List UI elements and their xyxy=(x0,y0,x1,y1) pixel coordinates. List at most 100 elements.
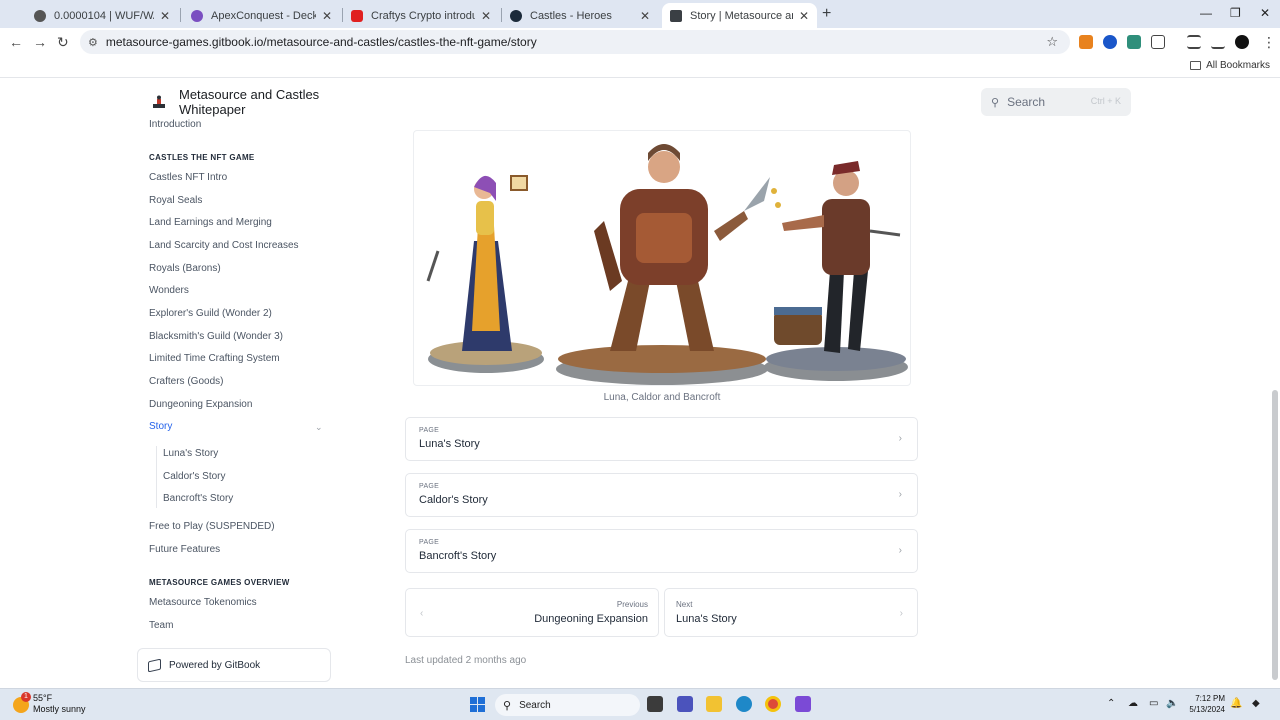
next-page-link[interactable]: Next Luna's Story › xyxy=(664,588,918,637)
volume-icon[interactable]: 🔈 xyxy=(1166,698,1178,709)
network-icon[interactable]: ▭ xyxy=(1149,698,1158,709)
taskbar-search[interactable]: ⚲ Search xyxy=(495,694,640,716)
back-icon[interactable]: ← xyxy=(9,34,23,50)
tab-favicon-icon xyxy=(510,9,522,22)
chevron-right-icon: › xyxy=(898,489,902,500)
story-illustration xyxy=(413,130,911,386)
sidebar-item-story-active[interactable]: Story xyxy=(149,421,172,432)
file-explorer-icon[interactable] xyxy=(706,696,722,712)
weather-badge: 1 xyxy=(21,692,31,702)
sidebar-item[interactable]: Crafters (Goods) xyxy=(149,376,223,387)
sidebar-item[interactable]: Future Features xyxy=(149,544,220,555)
sidebar-item-introduction[interactable]: Introduction xyxy=(149,119,201,130)
page-card-kind: PAGE xyxy=(419,539,440,546)
clock[interactable]: 7:12 PM 5/13/2024 xyxy=(1185,693,1225,715)
page-card-caldors-story[interactable]: PAGE Caldor's Story › xyxy=(405,473,918,517)
site-title[interactable]: Metasource and Castles Whitepaper xyxy=(179,87,339,117)
sidebar-subitem[interactable]: Caldor's Story xyxy=(163,471,226,482)
search-icon: ⚲ xyxy=(503,699,512,712)
edge-icon[interactable] xyxy=(736,696,752,712)
sidebar-item[interactable]: Team xyxy=(149,620,173,631)
previous-page-link[interactable]: ‹ Previous Dungeoning Expansion xyxy=(405,588,659,637)
sidebar-item[interactable]: Dungeoning Expansion xyxy=(149,399,252,410)
chevron-up-icon[interactable]: ⌃ xyxy=(1107,698,1115,709)
sidebar-item[interactable]: Wonders xyxy=(149,285,189,296)
sidebar-item[interactable]: Limited Time Crafting System xyxy=(149,353,280,364)
reload-icon[interactable]: ↻ xyxy=(57,34,69,51)
downloads-icon[interactable] xyxy=(1211,35,1225,49)
metamask-extension-icon[interactable] xyxy=(1079,35,1093,49)
clipchamp-icon[interactable] xyxy=(795,696,811,712)
page-card-kind: PAGE xyxy=(419,483,440,490)
sidebar-item[interactable]: Free to Play (SUSPENDED) xyxy=(149,521,275,532)
chrome-icon[interactable] xyxy=(765,696,781,712)
tab-close-icon[interactable]: ✕ xyxy=(481,9,491,23)
tab-close-icon[interactable]: ✕ xyxy=(799,9,809,23)
image-caption: Luna, Caldor and Bancroft xyxy=(603,392,721,403)
tab-title: Craftys Crypto introduces Castle xyxy=(371,9,475,22)
tab-close-icon[interactable]: ✕ xyxy=(322,9,332,23)
sidebar-subitem[interactable]: Bancroft's Story xyxy=(163,493,233,504)
site-logo-icon[interactable] xyxy=(152,95,166,109)
next-label: Next xyxy=(676,600,693,609)
tab-separator xyxy=(180,8,181,22)
notification-bell-icon[interactable]: 🔔 xyxy=(1230,698,1242,709)
sidebar-item[interactable]: Castles NFT Intro xyxy=(149,172,227,183)
youtube-favicon-icon xyxy=(351,9,363,22)
chevron-down-icon[interactable]: ⌄ xyxy=(315,422,323,433)
url-text: metasource-games.gitbook.io/metasource-a… xyxy=(105,35,537,49)
browser-tab[interactable]: Craftys Crypto introduces Castle ✕ xyxy=(343,3,499,28)
bookmark-star-icon[interactable]: ☆ xyxy=(1046,34,1058,50)
tab-title: Castles - Heroes xyxy=(530,9,612,22)
page-scrollbar[interactable] xyxy=(1272,390,1278,680)
sidebar-item[interactable]: Explorer's Guild (Wonder 2) xyxy=(149,308,272,319)
browser-tab[interactable]: Castles - Heroes ✕ xyxy=(502,3,658,28)
all-bookmarks-button[interactable]: All Bookmarks xyxy=(1190,60,1270,71)
media-control-icon[interactable] xyxy=(1187,35,1201,49)
sidebar-item[interactable]: Land Earnings and Merging xyxy=(149,217,272,228)
new-tab-button[interactable]: + xyxy=(822,5,831,23)
extension-icon[interactable] xyxy=(1103,35,1117,49)
sidebar-item[interactable]: Royals (Barons) xyxy=(149,263,221,274)
onedrive-icon[interactable]: ☁ xyxy=(1128,698,1138,709)
extensions-puzzle-icon[interactable] xyxy=(1151,35,1165,49)
powered-by-label: Powered by GitBook xyxy=(169,659,261,671)
page-card-kind: PAGE xyxy=(419,427,440,434)
tab-favicon-icon xyxy=(191,9,203,22)
gitbook-icon xyxy=(148,658,161,672)
site-info-icon[interactable]: ⚙ xyxy=(88,36,98,49)
browser-tab[interactable]: 0.0000104 | WUF/WAX | Alcor E ✕ xyxy=(26,3,178,28)
sidebar-subitem[interactable]: Luna's Story xyxy=(163,448,218,459)
powered-by-gitbook-link[interactable]: Powered by GitBook xyxy=(137,648,331,682)
tab-favicon-icon xyxy=(34,9,46,22)
restore-icon[interactable]: ❐ xyxy=(1230,6,1241,20)
copilot-icon[interactable]: ◆ xyxy=(1252,698,1260,709)
page-card-lunas-story[interactable]: PAGE Luna's Story › xyxy=(405,417,918,461)
close-window-icon[interactable]: ✕ xyxy=(1260,6,1270,20)
windows-start-icon[interactable] xyxy=(470,697,485,712)
sidebar-item[interactable]: Metasource Tokenomics xyxy=(149,597,257,608)
tab-close-icon[interactable]: ✕ xyxy=(160,9,170,23)
sidebar-item[interactable]: Royal Seals xyxy=(149,195,202,206)
forward-icon[interactable]: → xyxy=(33,34,47,50)
minimize-icon[interactable]: — xyxy=(1200,6,1212,20)
extension-icon[interactable] xyxy=(1127,35,1141,49)
temperature: 55°F xyxy=(33,693,53,703)
search-input[interactable]: ⚲ Search Ctrl + K xyxy=(981,88,1131,116)
all-bookmarks-label: All Bookmarks xyxy=(1206,60,1270,71)
page-card-bancrofts-story[interactable]: PAGE Bancroft's Story › xyxy=(405,529,918,573)
profile-avatar[interactable] xyxy=(1235,35,1249,49)
sidebar-item[interactable]: Blacksmith's Guild (Wonder 3) xyxy=(149,331,283,342)
search-icon: ⚲ xyxy=(991,96,1000,109)
sidebar-sub-divider xyxy=(156,446,157,508)
tab-title: ApexConquest - Decks xyxy=(211,9,316,22)
clock-date: 5/13/2024 xyxy=(1189,705,1225,714)
browser-tab[interactable]: ApexConquest - Decks ✕ xyxy=(183,3,340,28)
browser-menu-icon[interactable]: ⋮ xyxy=(1262,34,1276,51)
sidebar-item[interactable]: Land Scarcity and Cost Increases xyxy=(149,240,299,251)
tab-close-icon[interactable]: ✕ xyxy=(640,9,650,23)
teams-icon[interactable] xyxy=(677,696,693,712)
task-view-icon[interactable] xyxy=(647,696,663,712)
address-bar[interactable]: ⚙ metasource-games.gitbook.io/metasource… xyxy=(80,30,1070,54)
browser-tab-active[interactable]: Story | Metasource and Castles ✕ xyxy=(662,3,817,28)
